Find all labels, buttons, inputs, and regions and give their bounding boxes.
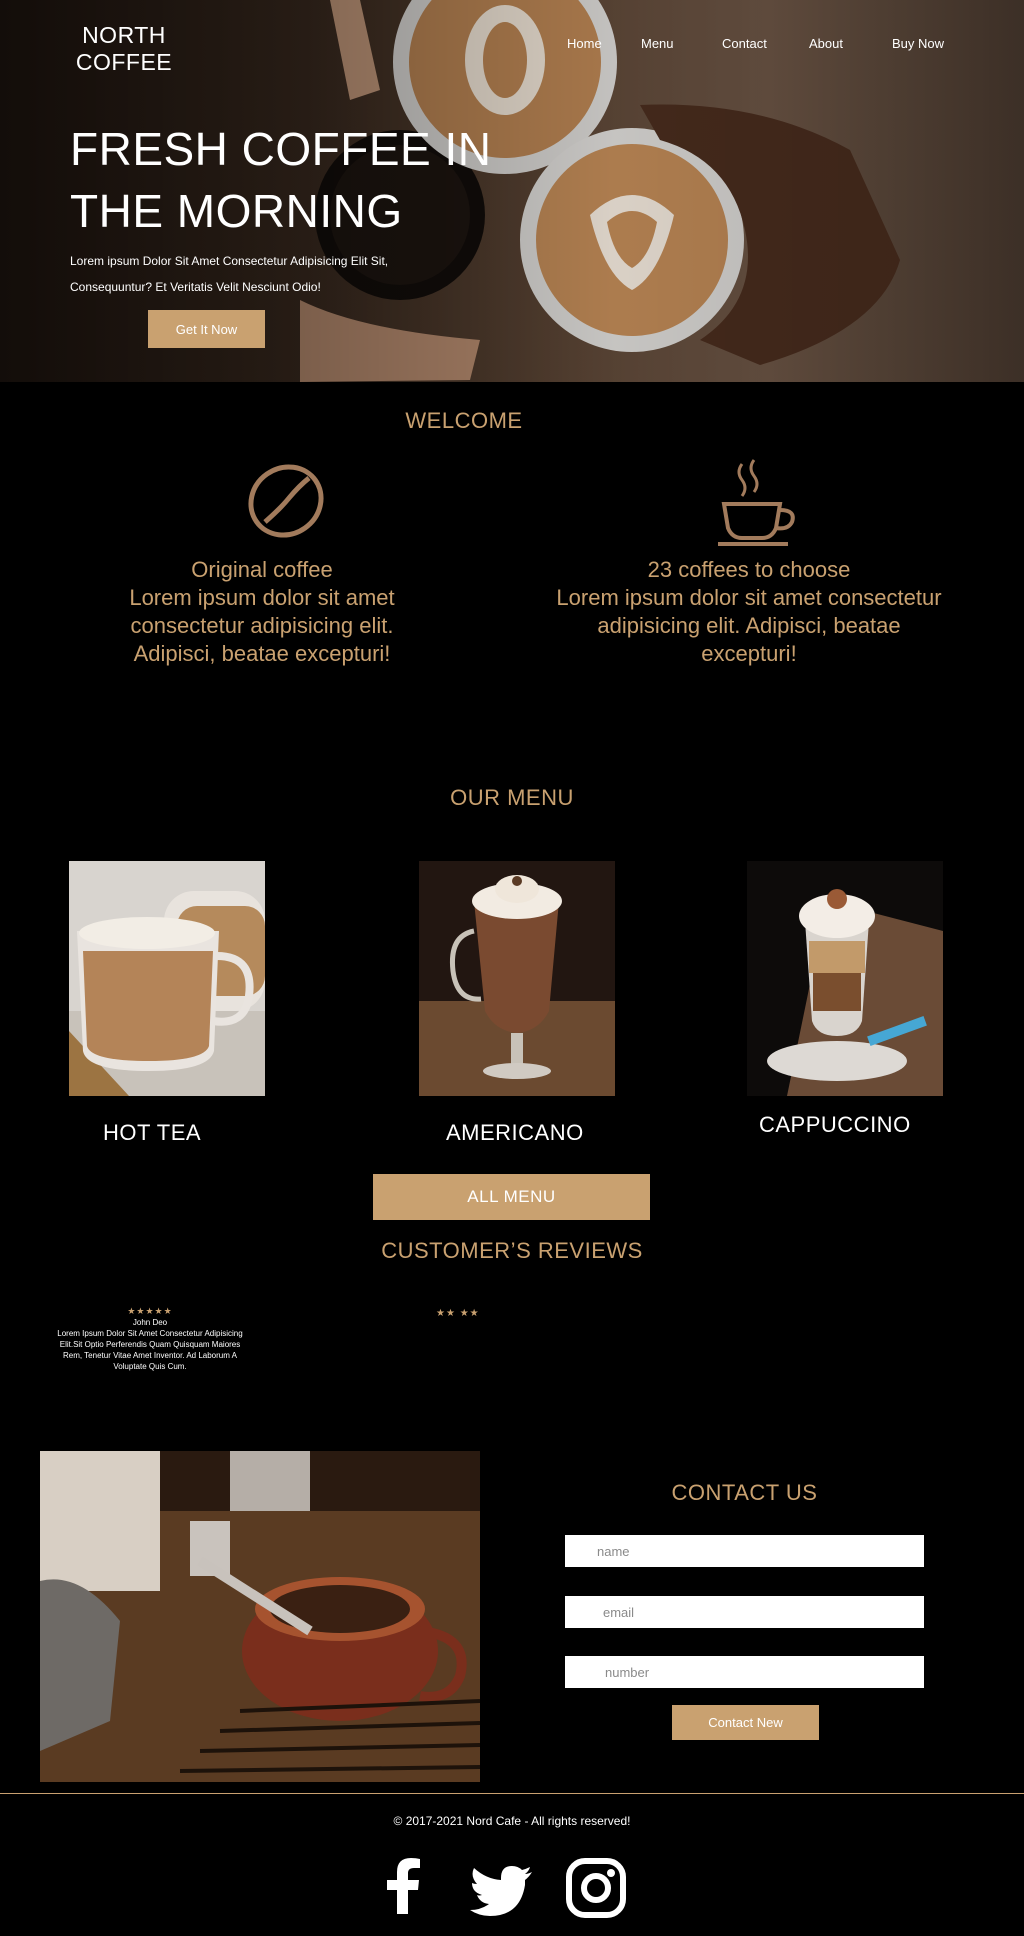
review-card: ★★★★★ John Deo Lorem Ipsum Dolor Sit Ame…	[55, 1306, 245, 1372]
review-text: Lorem Ipsum Dolor Sit Amet Consectetur A…	[57, 1329, 243, 1371]
cappuccino-image[interactable]	[747, 861, 943, 1096]
number-field[interactable]	[565, 1656, 924, 1688]
hero-title-line-2: THE MORNING	[70, 185, 403, 237]
footer-divider	[0, 1793, 1024, 1794]
hero-subtitle-line-2: Consequuntur? Et Veritatis Velit Nesciun…	[70, 280, 321, 294]
brand-line-2: COFFEE	[75, 49, 173, 75]
copyright-text: © 2017-2021 Nord Cafe - All rights reser…	[393, 1814, 631, 1828]
contact-us-title: CONTACT US	[671, 1480, 818, 1505]
hero-subtitle-line-1: Lorem ipsum Dolor Sit Amet Consectetur A…	[70, 254, 389, 268]
twitter-icon[interactable]	[470, 1866, 532, 1916]
welcome-title: WELCOME	[405, 408, 523, 433]
facebook-icon[interactable]	[376, 1858, 432, 1914]
feature-23-coffees: 23 coffees to choose Lorem ipsum dolor s…	[552, 556, 946, 668]
review-stars: ★★★★★	[127, 1306, 173, 1316]
americano-image[interactable]	[419, 861, 615, 1096]
coffee-bean-icon	[248, 464, 324, 538]
name-field[interactable]	[565, 1535, 924, 1567]
nav-menu[interactable]: Menu	[641, 36, 674, 51]
brand-logo[interactable]: NORTH COFFEE	[60, 22, 188, 76]
review-stars-2: ★★ ★★	[436, 1308, 480, 1319]
menu-item-hot-tea[interactable]: HOT TEA	[103, 1120, 201, 1146]
contact-new-button[interactable]: Contact New	[672, 1705, 819, 1740]
nav-about[interactable]: About	[809, 36, 843, 51]
feature-heading: 23 coffees to choose	[647, 557, 851, 582]
hero-subtitle: Lorem ipsum Dolor Sit Amet Consectetur A…	[70, 248, 470, 300]
our-menu-title: OUR MENU	[450, 785, 574, 810]
nav-buy-now[interactable]: Buy Now	[892, 36, 944, 51]
menu-item-cappuccino[interactable]: CAPPUCCINO	[759, 1112, 911, 1138]
brand-line-1: NORTH	[82, 22, 166, 48]
menu-item-americano[interactable]: AMERICANO	[446, 1120, 584, 1146]
get-it-now-button[interactable]: Get It Now	[148, 310, 265, 348]
feature-text: Lorem ipsum dolor sit amet consectetur a…	[129, 585, 395, 666]
hero-title: FRESH COFFEE IN THE MORNING	[70, 118, 492, 242]
feature-original-coffee: Original coffee Lorem ipsum dolor sit am…	[100, 556, 424, 668]
all-menu-button[interactable]: ALL MENU	[373, 1174, 650, 1220]
reviewer-name: John Deo	[132, 1318, 168, 1327]
hero-title-line-1: FRESH COFFEE IN	[70, 123, 492, 175]
espresso-machine-image	[40, 1451, 480, 1782]
reviews-title: CUSTOMER’S REVIEWS	[381, 1238, 643, 1263]
email-field[interactable]	[565, 1596, 924, 1628]
nav-contact[interactable]: Contact	[722, 36, 767, 51]
nav-home[interactable]: Home	[567, 36, 602, 51]
coffee-cup-icon	[718, 459, 795, 546]
feature-text: Lorem ipsum dolor sit amet consectetur a…	[556, 585, 942, 666]
feature-heading: Original coffee	[191, 557, 333, 582]
instagram-icon[interactable]	[566, 1858, 626, 1918]
hot-tea-image[interactable]	[69, 861, 265, 1096]
